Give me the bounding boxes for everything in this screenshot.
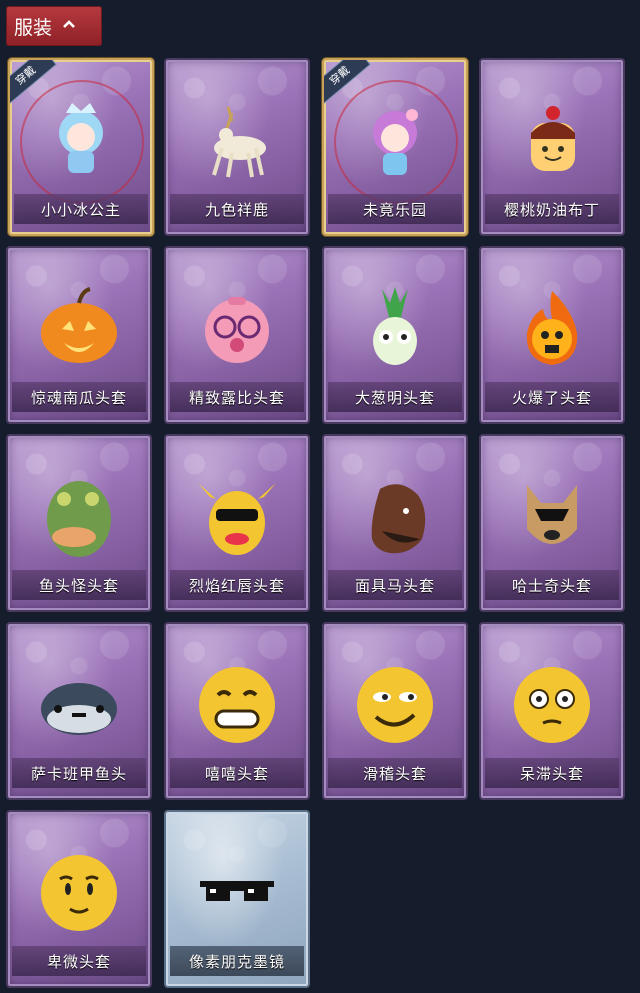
section-header-costume[interactable]: 服装 [6, 6, 102, 46]
costume-name: 鱼头怪头套 [12, 570, 146, 600]
costume-card[interactable]: 鱼头怪头套 [6, 434, 152, 612]
sacabambaspis-head-icon [34, 657, 124, 747]
costume-name: 小小冰公主 [14, 194, 148, 224]
grin-emoji-head-icon [192, 657, 282, 747]
costume-card[interactable]: 穿戴 小小冰公主 [8, 58, 154, 236]
nine-color-deer-icon [192, 93, 282, 183]
funny-emoji-head-icon [350, 657, 440, 747]
section-title: 服装 [14, 16, 53, 39]
costume-name: 九色祥鹿 [170, 194, 304, 224]
costume-name: 未竟乐园 [328, 194, 462, 224]
costume-card[interactable]: 樱桃奶油布丁 [479, 58, 625, 236]
fish-head-icon [34, 469, 124, 559]
costume-name: 萨卡班甲鱼头 [12, 758, 146, 788]
costume-name: 精致露比头套 [170, 382, 304, 412]
costume-card[interactable]: 烈焰红唇头套 [164, 434, 310, 612]
costume-card[interactable]: 精致露比头套 [164, 246, 310, 424]
husky-head-icon [507, 469, 597, 559]
costume-card[interactable]: 嘻嘻头套 [164, 622, 310, 800]
pixel-sunglasses-icon [192, 845, 282, 935]
costume-name: 烈焰红唇头套 [170, 570, 304, 600]
horse-head-icon [350, 469, 440, 559]
costume-card[interactable]: 卑微头套 [6, 810, 152, 988]
costume-name: 大葱明头套 [328, 382, 462, 412]
costume-card[interactable]: 惊魂南瓜头套 [6, 246, 152, 424]
fire-head-icon [507, 281, 597, 371]
costume-name: 火爆了头套 [485, 382, 619, 412]
costume-name: 嘻嘻头套 [170, 758, 304, 788]
costume-name: 滑稽头套 [328, 758, 462, 788]
costume-card[interactable]: 呆滞头套 [479, 622, 625, 800]
costume-card[interactable]: 萨卡班甲鱼头 [6, 622, 152, 800]
costume-name: 哈士奇头套 [485, 570, 619, 600]
costume-card[interactable]: 大葱明头套 [322, 246, 468, 424]
yellow-pikachu-head-icon [192, 469, 282, 559]
costume-card[interactable]: 九色祥鹿 [164, 58, 310, 236]
costume-card[interactable]: 滑稽头套 [322, 622, 468, 800]
costume-card[interactable]: 面具马头套 [322, 434, 468, 612]
pumpkin-head-icon [34, 281, 124, 371]
costume-name: 樱桃奶油布丁 [485, 194, 619, 224]
costume-name: 惊魂南瓜头套 [12, 382, 146, 412]
costume-card[interactable]: 火爆了头套 [479, 246, 625, 424]
costume-card[interactable]: 哈士奇头套 [479, 434, 625, 612]
costume-name: 卑微头套 [12, 946, 146, 976]
dazed-emoji-head-icon [507, 657, 597, 747]
costume-card[interactable]: 穿戴 未竟乐园 [322, 58, 468, 236]
costume-card[interactable]: 像素朋克墨镜 [164, 810, 310, 988]
pink-beaver-head-icon [192, 281, 282, 371]
paradise-girl-doll-icon [350, 93, 440, 183]
cherry-pudding-icon [507, 93, 597, 183]
costume-name: 呆滞头套 [485, 758, 619, 788]
humble-emoji-head-icon [34, 845, 124, 935]
ice-princess-doll-icon [36, 93, 126, 183]
costume-name: 面具马头套 [328, 570, 462, 600]
chevron-up-icon [62, 17, 76, 33]
costume-name: 像素朋克墨镜 [170, 946, 304, 976]
green-onion-head-icon [350, 281, 440, 371]
